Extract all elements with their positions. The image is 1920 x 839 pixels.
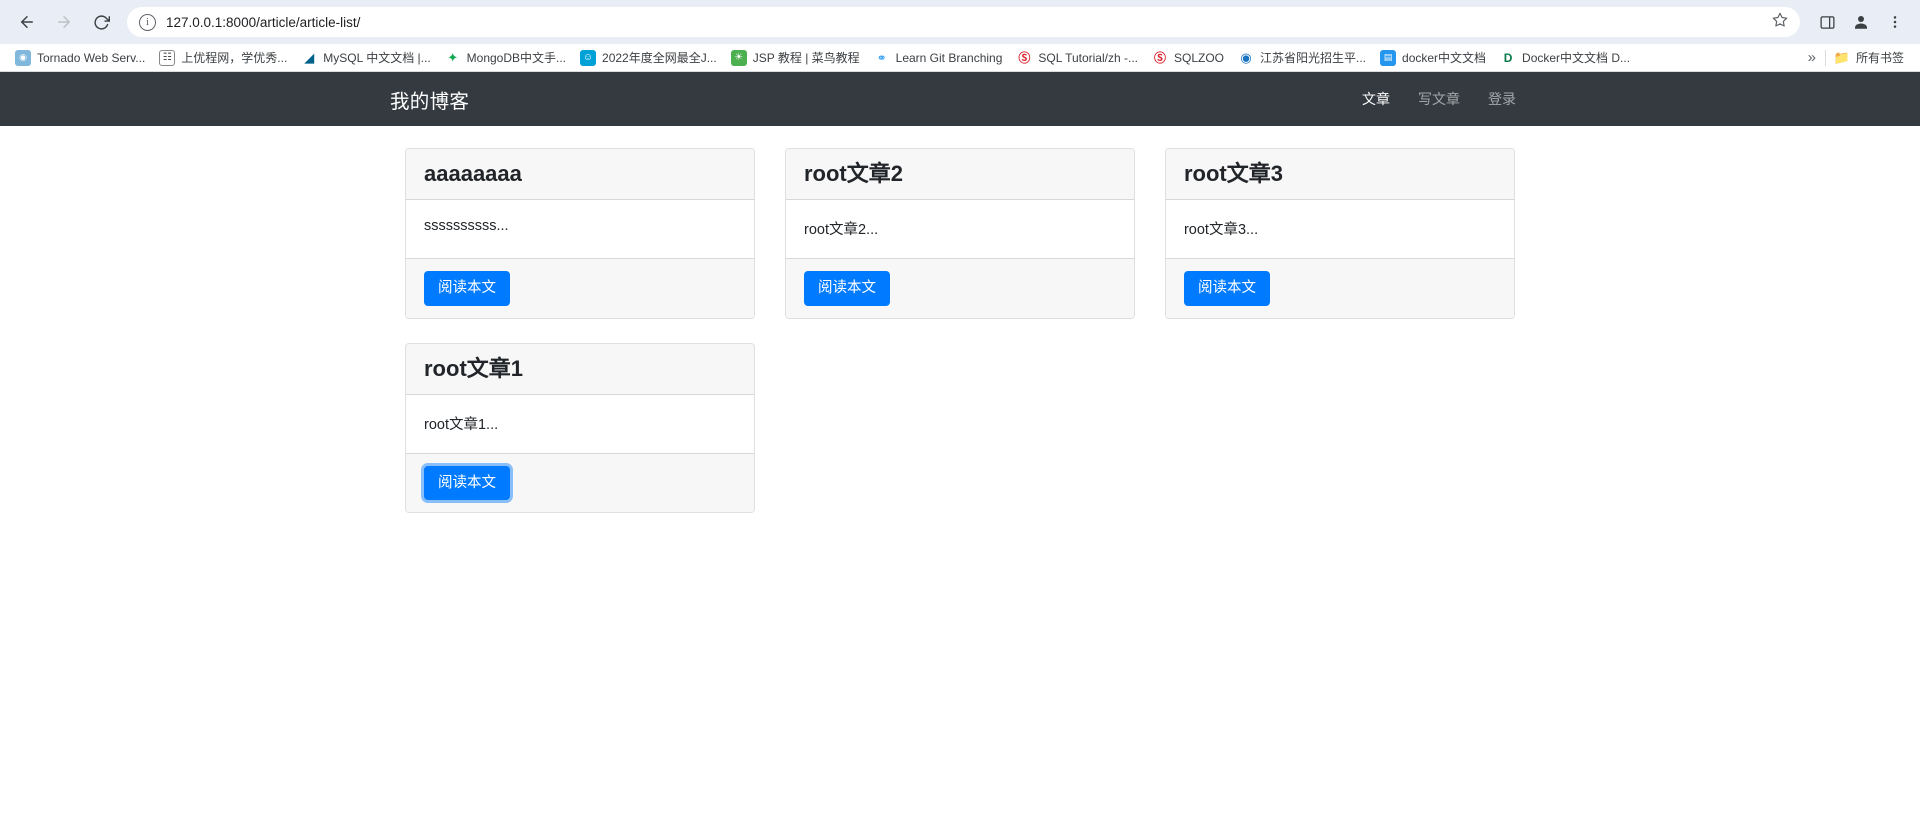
navbar-inner: 我的博客 文章 写文章 登录 xyxy=(390,72,1530,126)
back-button[interactable] xyxy=(10,5,44,39)
article-card-body: ssssssssss... xyxy=(406,200,754,258)
article-title: root文章1 xyxy=(424,355,524,381)
browser-toolbar: i 127.0.0.1:8000/article/article-list/ xyxy=(0,0,1920,44)
article-grid: aaaaaaaa ssssssssss... 阅读本文 root文章2 root… xyxy=(390,126,1530,537)
article-column: root文章2 root文章2... 阅读本文 xyxy=(770,148,1150,319)
reload-button[interactable] xyxy=(84,5,118,39)
read-article-button[interactable]: 阅读本文 xyxy=(1183,271,1270,306)
article-title: root文章2 xyxy=(803,161,903,186)
bookmark-label: Learn Git Branching xyxy=(895,50,1003,65)
nav-link-write-article[interactable]: 写文章 xyxy=(1404,81,1474,117)
bookmark-item[interactable]: ◉ 江苏省阳光招生平... xyxy=(1231,46,1373,70)
bookmark-label: Docker中文文档 D... xyxy=(1522,51,1631,65)
site-brand[interactable]: 我的博客 xyxy=(390,85,469,114)
side-panel-icon[interactable] xyxy=(1812,7,1842,37)
bookmarks-overflow-button[interactable]: » xyxy=(1799,49,1825,66)
article-excerpt: root文章2... xyxy=(803,222,879,239)
bookmark-item[interactable]: D Docker中文文档 D... xyxy=(1493,46,1637,70)
git-icon: ⚭ xyxy=(873,49,890,66)
profile-avatar-icon[interactable] xyxy=(1846,7,1876,37)
mongodb-icon: ✦ xyxy=(444,49,461,66)
folder-icon: 📁 xyxy=(1833,49,1850,65)
chrome-menu-icon[interactable] xyxy=(1880,7,1910,37)
all-bookmarks-label: 所有书签 xyxy=(1855,51,1904,65)
article-card-header: root文章3 xyxy=(1165,149,1514,201)
bookmark-label: JSP 教程 | 菜鸟教程 xyxy=(752,51,860,65)
site-info-icon[interactable]: i xyxy=(139,13,156,31)
bookmark-label: MySQL 中文文档 |... xyxy=(323,51,431,65)
bookmark-item[interactable]: ☺ 2022年度全网最全J... xyxy=(573,46,724,70)
jiangsu-icon: ◉ xyxy=(1238,49,1254,66)
bookmark-label: Tornado Web Serv... xyxy=(37,50,146,65)
sql-tutorial-icon: Ⓢ xyxy=(1016,49,1033,66)
nav-link-articles[interactable]: 文章 xyxy=(1348,81,1404,117)
bookmark-item[interactable]: ◢ MySQL 中文文档 |... xyxy=(294,46,437,70)
bookmark-label: 2022年度全网最全J... xyxy=(602,51,717,65)
bookmark-label: SQL Tutorial/zh -... xyxy=(1038,50,1138,65)
article-column: aaaaaaaa ssssssssss... 阅读本文 xyxy=(390,148,770,319)
mysql-icon: ◢ xyxy=(301,49,318,66)
runoob-icon: ☀ xyxy=(730,49,747,66)
article-card-header: root文章1 xyxy=(406,343,754,395)
article-card[interactable]: root文章2 root文章2... 阅读本文 xyxy=(784,148,1135,319)
all-bookmarks-button[interactable]: 📁 所有书签 xyxy=(1826,49,1912,66)
bookmark-item[interactable]: ▤ docker中文文档 xyxy=(1373,46,1493,70)
site-navbar: 我的博客 文章 写文章 登录 xyxy=(0,72,1920,126)
address-bar[interactable]: i 127.0.0.1:8000/article/article-list/ xyxy=(127,7,1800,37)
forward-button[interactable] xyxy=(47,5,81,39)
article-card-body: root文章3... xyxy=(1166,200,1514,258)
bookmark-label: 上优程网，学优秀... xyxy=(181,51,288,65)
bookmark-item[interactable]: ⚭ Learn Git Branching xyxy=(867,46,1010,70)
article-card[interactable]: root文章1 root文章1... 阅读本文 xyxy=(405,342,755,514)
article-excerpt: root文章3... xyxy=(1183,222,1259,239)
bookmark-item[interactable]: Ⓢ SQLZOO xyxy=(1145,46,1231,70)
book-icon: ☷ xyxy=(159,49,176,66)
article-excerpt: ssssssssss... xyxy=(424,218,509,235)
bookmark-label: docker中文文档 xyxy=(1402,51,1487,65)
docker-icon: D xyxy=(1500,49,1517,66)
bookmarks-bar: ◉ Tornado Web Serv... ☷ 上优程网，学优秀... ◢ My… xyxy=(0,44,1920,72)
article-card[interactable]: root文章3 root文章3... 阅读本文 xyxy=(1164,148,1515,319)
bookmark-label: 江苏省阳光招生平... xyxy=(1260,51,1367,65)
bookmark-label: MongoDB中文手... xyxy=(466,51,567,65)
bookmark-label: SQLZOO xyxy=(1173,50,1224,65)
article-card-footer: 阅读本文 xyxy=(406,452,754,513)
bookmark-item[interactable]: ◉ Tornado Web Serv... xyxy=(8,46,152,70)
article-column: root文章3 root文章3... 阅读本文 xyxy=(1150,148,1530,319)
article-title: aaaaaaaa xyxy=(424,161,522,186)
navbar-links: 文章 写文章 登录 xyxy=(1348,81,1530,117)
article-excerpt: root文章1... xyxy=(424,416,499,433)
bookmark-item[interactable]: Ⓢ SQL Tutorial/zh -... xyxy=(1009,46,1145,70)
page-viewport: 我的博客 文章 写文章 登录 aaaaaaaa ssssssssss... 阅读… xyxy=(0,72,1920,839)
article-card-body: root文章1... xyxy=(406,395,754,453)
bookmark-item[interactable]: ✦ MongoDB中文手... xyxy=(438,46,573,70)
read-article-button[interactable]: 阅读本文 xyxy=(424,271,510,306)
article-card-header: root文章2 xyxy=(785,149,1134,201)
read-article-button[interactable]: 阅读本文 xyxy=(424,465,510,501)
article-column: root文章1 root文章1... 阅读本文 xyxy=(390,342,770,514)
article-card-footer: 阅读本文 xyxy=(406,258,754,318)
nav-link-login[interactable]: 登录 xyxy=(1474,81,1530,117)
bookmark-star-icon[interactable] xyxy=(1772,12,1788,33)
bilibili-icon: ☺ xyxy=(580,49,597,66)
url-text: 127.0.0.1:8000/article/article-list/ xyxy=(166,14,361,30)
bookmark-item[interactable]: ☷ 上优程网，学优秀... xyxy=(152,46,294,70)
browser-window: i 127.0.0.1:8000/article/article-list/ ◉… xyxy=(0,0,1920,839)
article-card[interactable]: aaaaaaaa ssssssssss... 阅读本文 xyxy=(405,148,755,319)
article-title: root文章3 xyxy=(1183,161,1283,186)
article-card-body: root文章2... xyxy=(786,200,1134,258)
bookmark-item[interactable]: ☀ JSP 教程 | 菜鸟教程 xyxy=(724,46,867,70)
sqlzoo-icon: Ⓢ xyxy=(1151,49,1168,66)
read-article-button[interactable]: 阅读本文 xyxy=(803,271,890,306)
tornado-icon: ◉ xyxy=(15,49,31,66)
docker-doc-icon: ▤ xyxy=(1380,49,1397,66)
article-card-header: aaaaaaaa xyxy=(406,149,754,201)
article-card-footer: 阅读本文 xyxy=(1165,258,1514,318)
article-card-footer: 阅读本文 xyxy=(785,258,1134,318)
